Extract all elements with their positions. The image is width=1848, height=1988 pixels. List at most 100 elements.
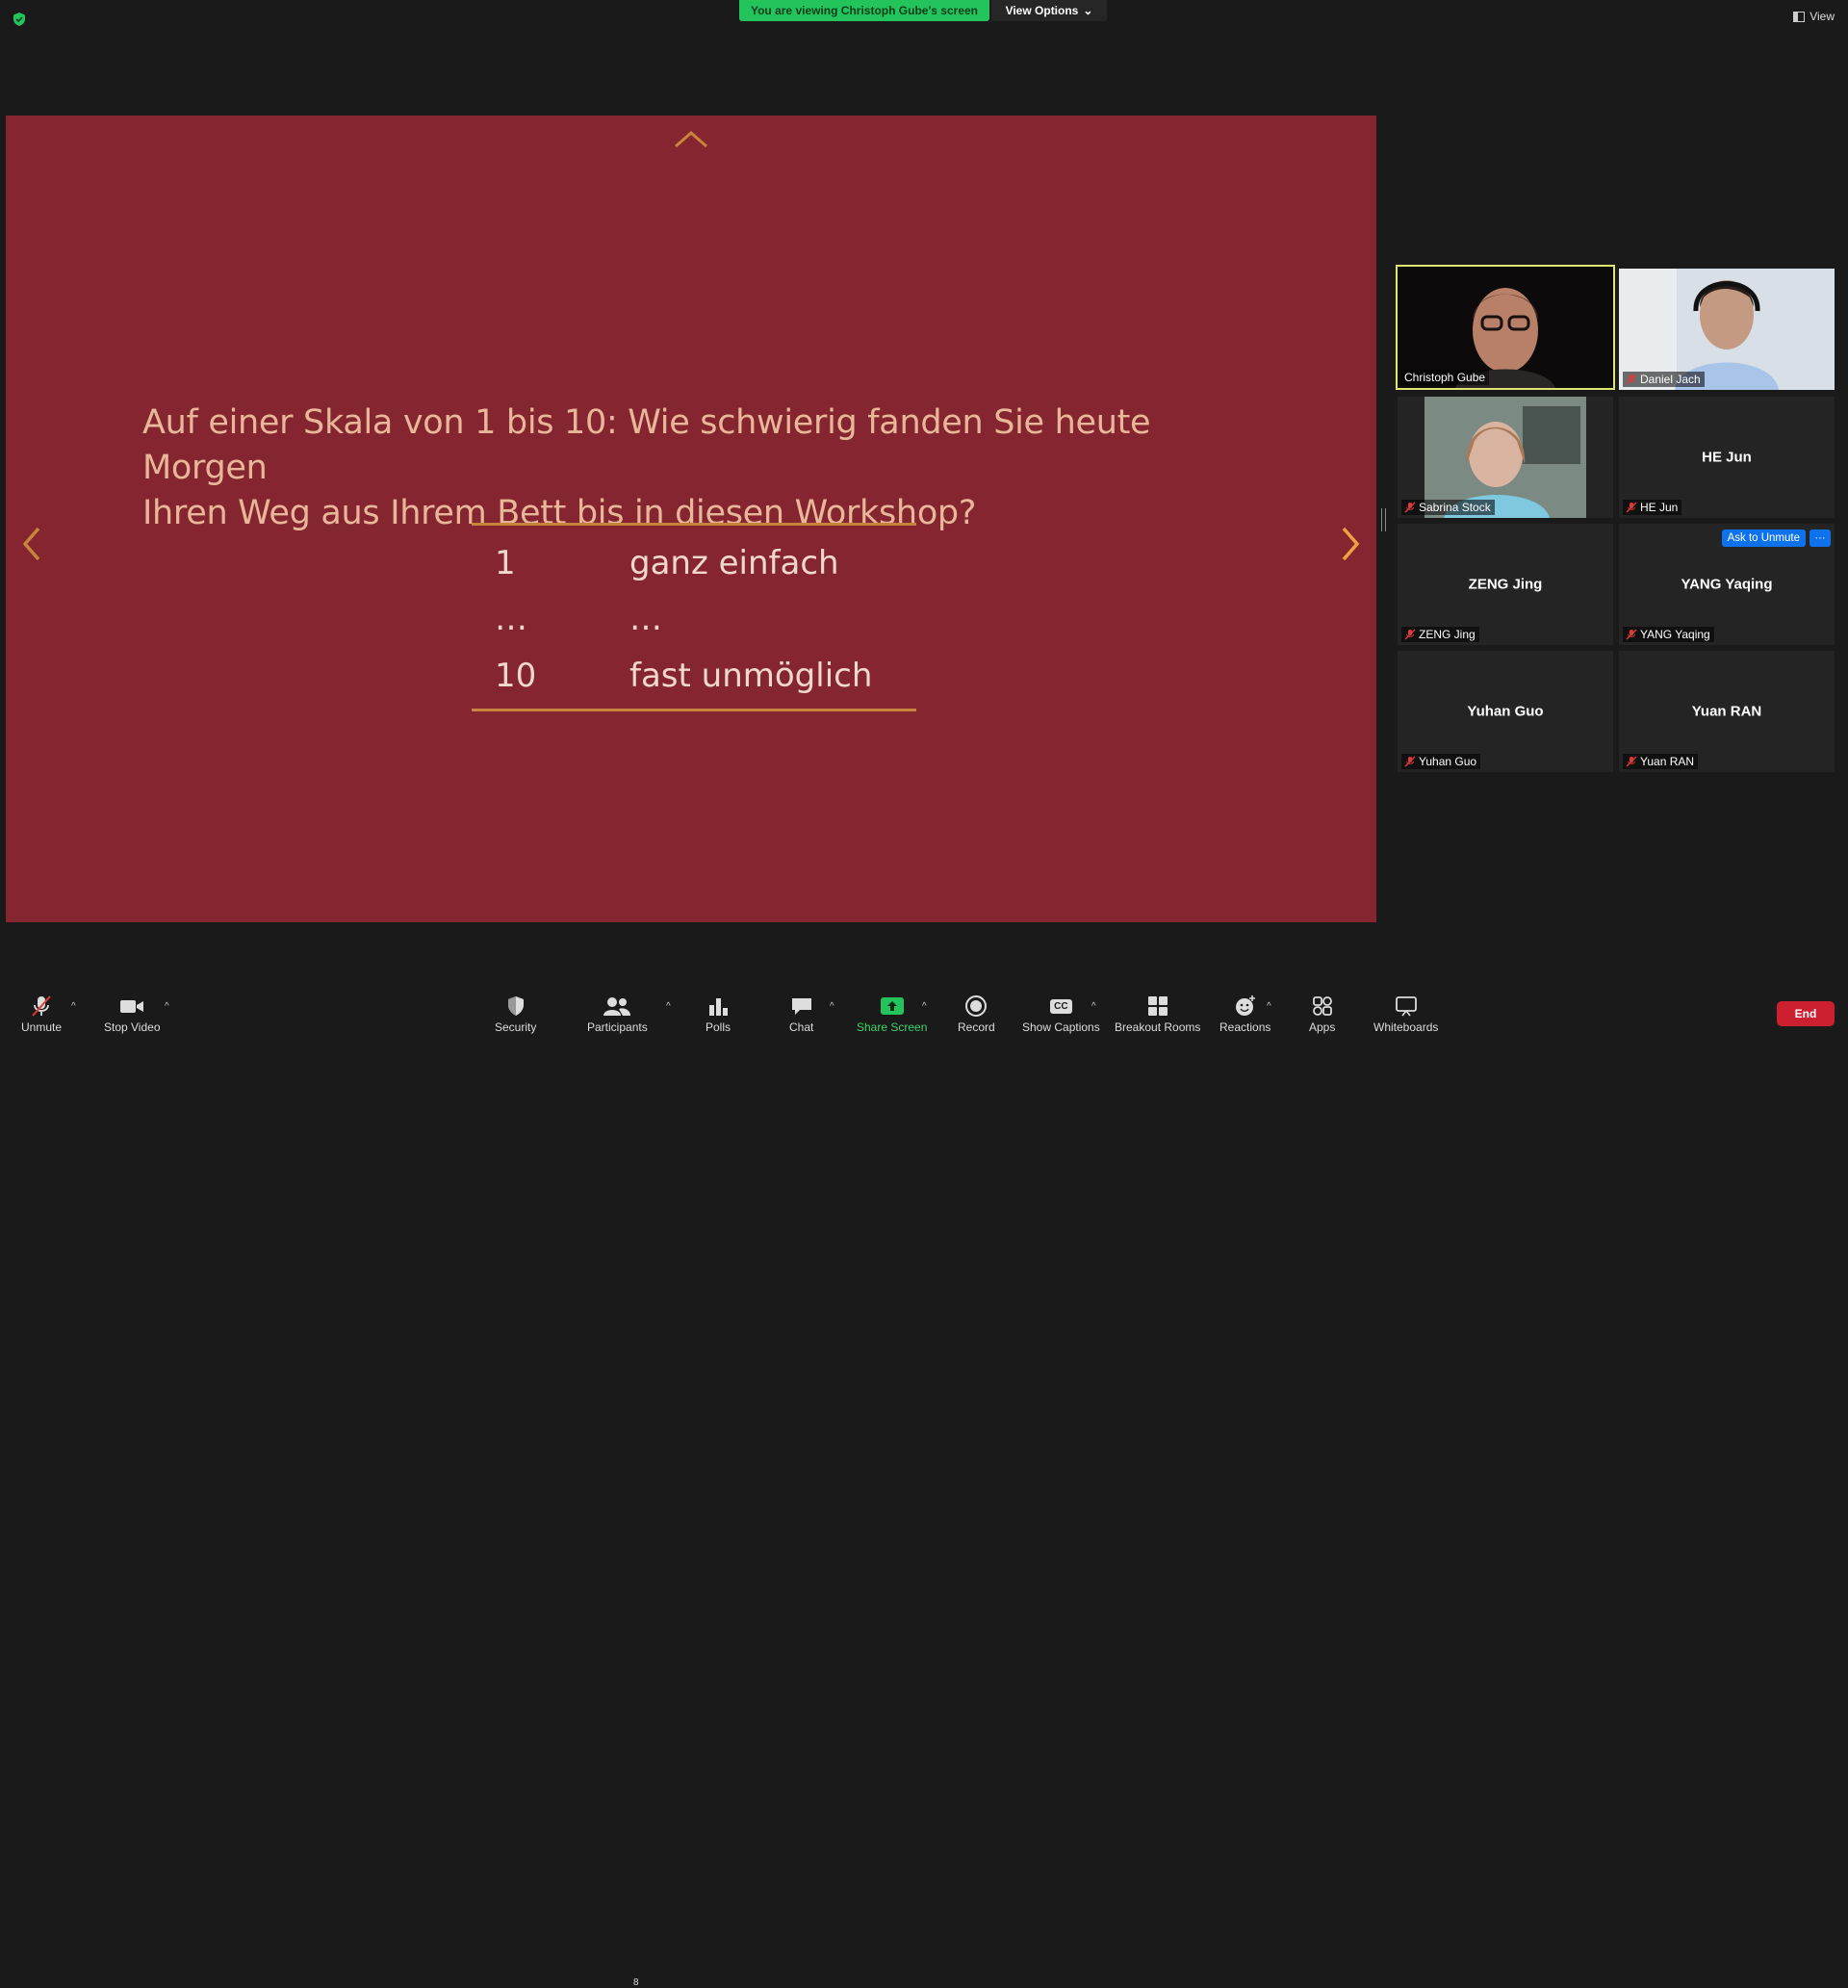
scale-description: fast unmöglich [629,656,873,695]
chat-bubble-icon [791,998,811,1015]
mic-muted-icon [1404,629,1416,640]
chat-label: Chat [789,1020,814,1034]
participant-name-label: HE Jun [1623,500,1682,515]
mic-muted-icon [1404,502,1416,513]
end-meeting-button[interactable]: End [1777,1001,1835,1026]
show-captions-button[interactable]: CC Show Captions [1022,994,1100,1034]
participant-tile[interactable]: Ask to Unmute ··· YANG Yaqing YANG Yaqin… [1619,524,1835,645]
participants-icon [603,997,631,1016]
participant-tile[interactable]: HE Jun HE Jun [1619,397,1835,518]
more-options-button[interactable]: ··· [1810,529,1831,547]
participants-count-badge: 8 [633,1977,639,1988]
scale-row: … … [472,592,916,646]
reactions-button[interactable]: Reactions [1219,994,1270,1034]
meeting-toolbar: Unmute ^ Stop Video ^ Security Participa… [0,980,1848,1988]
encryption-shield-icon[interactable] [12,12,27,27]
chat-options-caret-icon[interactable]: ^ [830,1001,834,1012]
question-line-1: Auf einer Skala von 1 bis 10: Wie schwie… [142,403,1151,487]
record-icon [965,995,988,1017]
scale-description: … [629,600,662,638]
participants-button[interactable]: Participants [587,994,648,1034]
breakout-rooms-button[interactable]: Breakout Rooms [1115,994,1200,1034]
stop-video-label: Stop Video [104,1020,161,1034]
participant-name-label: ZENG Jing [1401,627,1479,642]
scale-row: 1 ganz einfach [472,533,916,592]
scale-number: … [495,600,527,638]
whiteboards-label: Whiteboards [1373,1020,1439,1034]
participant-tile[interactable]: Yuan RAN Yuan RAN [1619,651,1835,772]
layout-icon [1793,11,1806,22]
closed-captions-icon: CC [1050,998,1072,1014]
participant-center-name: ZENG Jing [1468,576,1543,593]
mic-muted-icon [1626,374,1637,385]
participant-center-name: YANG Yaqing [1681,576,1773,593]
participant-name-label: YANG Yaqing [1623,627,1714,642]
reactions-label: Reactions [1219,1020,1271,1034]
chevron-up-icon[interactable] [672,127,710,150]
previous-slide-icon[interactable] [19,525,42,563]
view-options-button[interactable]: View Options ⌄ [991,0,1107,21]
mic-muted-icon [1404,756,1416,767]
mic-muted-icon [1626,502,1637,513]
breakout-rooms-grid-icon [1147,996,1168,1016]
show-captions-label: Show Captions [1022,1020,1100,1034]
ask-to-unmute-button[interactable]: Ask to Unmute [1721,529,1806,547]
polls-button[interactable]: Polls [706,994,731,1034]
whiteboards-button[interactable]: Whiteboards [1373,994,1438,1034]
breakout-rooms-label: Breakout Rooms [1115,1020,1201,1034]
participant-center-name: HE Jun [1702,449,1752,466]
participants-label: Participants [587,1020,648,1034]
video-options-caret-icon[interactable]: ^ [165,1001,169,1012]
next-slide-icon[interactable] [1340,525,1363,563]
apps-button[interactable]: Apps [1309,994,1335,1034]
chevron-down-icon: ⌄ [1083,4,1093,17]
captions-options-caret-icon[interactable]: ^ [1091,1001,1096,1012]
participant-tile[interactable]: Christoph Gube [1396,265,1615,390]
apps-icon [1312,996,1332,1016]
polls-bar-chart-icon [709,998,728,1016]
apps-label: Apps [1309,1020,1336,1034]
view-options-label: View Options [1005,4,1079,17]
smiley-icon [1235,995,1255,1016]
reactions-options-caret-icon[interactable]: ^ [1267,1001,1271,1012]
viewing-screen-banner: You are viewing Christoph Gube's screen [739,0,989,21]
scale-number: 10 [495,656,537,695]
participants-options-caret-icon[interactable]: ^ [666,1001,671,1012]
share-options-caret-icon[interactable]: ^ [922,1001,927,1012]
polls-label: Polls [706,1020,732,1034]
security-shield-icon [507,996,524,1016]
unmute-button[interactable]: Unmute [21,994,62,1034]
participant-tile[interactable]: Sabrina Stock [1398,397,1613,518]
video-camera-icon [120,1000,144,1013]
record-button[interactable]: Record [958,994,995,1034]
mic-muted-icon [1626,629,1637,640]
record-label: Record [958,1020,995,1034]
scale-number: 1 [495,543,516,582]
slide-question: Auf einer Skala von 1 bis 10: Wie schwie… [142,400,1249,536]
security-label: Security [495,1020,537,1034]
view-label: View [1810,10,1835,23]
shared-screen-slide: Auf einer Skala von 1 bis 10: Wie schwie… [6,116,1376,922]
scale-row: 10 fast unmöglich [472,646,916,705]
share-screen-arrow-icon [880,997,904,1015]
participant-center-name: Yuhan Guo [1467,703,1544,720]
participant-name-label: Sabrina Stock [1401,500,1495,515]
share-screen-button[interactable]: Share Screen [857,994,927,1034]
mic-muted-icon [32,995,51,1017]
scale-description: ganz einfach [629,543,839,582]
security-button[interactable]: Security [495,994,536,1034]
audio-options-caret-icon[interactable]: ^ [71,1001,76,1012]
participant-name-label: Yuhan Guo [1401,754,1481,769]
unmute-label: Unmute [21,1020,63,1034]
mic-muted-icon [1626,756,1637,767]
whiteboard-icon [1395,996,1417,1017]
panel-resize-handle[interactable] [1381,508,1386,531]
participant-name-label: Christoph Gube [1401,370,1490,385]
stop-video-button[interactable]: Stop Video [104,994,161,1034]
participant-tile[interactable]: ZENG Jing ZENG Jing [1398,524,1613,645]
participant-tile[interactable]: Yuhan Guo Yuhan Guo [1398,651,1613,772]
view-button[interactable]: View [1793,10,1835,23]
participant-tile[interactable]: Daniel Jach [1619,269,1835,390]
chat-button[interactable]: Chat [789,994,813,1034]
participant-name-label: Daniel Jach [1623,372,1705,387]
